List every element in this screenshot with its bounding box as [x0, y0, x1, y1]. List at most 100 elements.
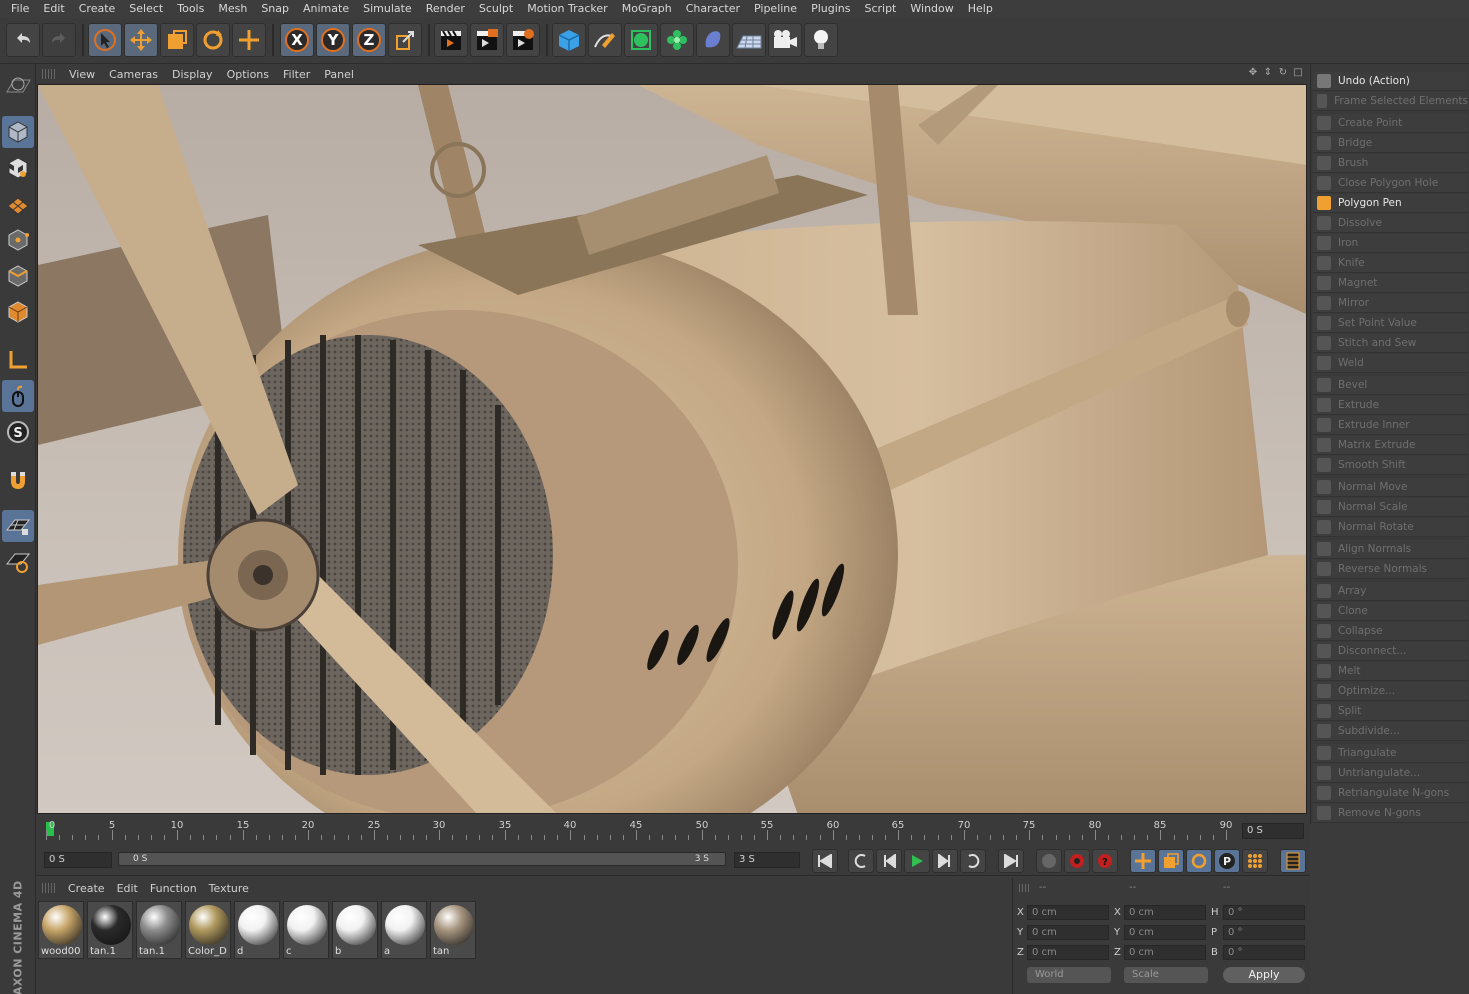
axis-mode-icon[interactable] — [2, 344, 34, 376]
rot-p-field[interactable]: 0 ° — [1223, 925, 1305, 940]
go-to-start-icon[interactable] — [812, 849, 838, 873]
pan-view-icon[interactable]: ✥ — [1247, 67, 1259, 79]
panel-grip-icon[interactable] — [42, 69, 56, 79]
move-icon[interactable] — [124, 23, 158, 57]
rot-h-field[interactable]: 0 ° — [1223, 905, 1305, 920]
menu-character[interactable]: Character — [679, 0, 747, 18]
autokeying-icon[interactable] — [1064, 849, 1090, 873]
menu-animate[interactable]: Animate — [296, 0, 356, 18]
viewport-menu-cameras[interactable]: Cameras — [102, 68, 165, 81]
cmd-collapse[interactable]: Collapse — [1313, 622, 1468, 641]
cmd-dissolve[interactable]: Dissolve — [1313, 214, 1468, 233]
menu-motion-tracker[interactable]: Motion Tracker — [520, 0, 614, 18]
edges-mode-icon[interactable] — [2, 260, 34, 292]
play-forward-icon[interactable] — [904, 849, 930, 873]
menu-plugins[interactable]: Plugins — [804, 0, 857, 18]
planar-workplane-icon[interactable] — [2, 546, 34, 578]
cmd-melt[interactable]: Melt — [1313, 662, 1468, 681]
y-axis-lock-icon[interactable]: Y — [316, 23, 350, 57]
start-frame-field[interactable]: 0 S — [44, 852, 112, 868]
x-axis-lock-icon[interactable]: X — [280, 23, 314, 57]
material-menu-create[interactable]: Create — [62, 882, 111, 895]
cmd-subdivide[interactable]: Subdivide... — [1313, 722, 1468, 741]
menu-help[interactable]: Help — [961, 0, 1000, 18]
polygons-mode-icon[interactable] — [2, 296, 34, 328]
previous-key-icon[interactable] — [848, 849, 874, 873]
cmd-close-polygon-hole[interactable]: Close Polygon Hole — [1313, 174, 1468, 193]
workplane-icon[interactable] — [2, 70, 34, 102]
cmd-extrude-inner[interactable]: Extrude Inner — [1313, 416, 1468, 435]
size-z-field[interactable]: 0 cm — [1124, 945, 1206, 960]
cmd-knife[interactable]: Knife — [1313, 254, 1468, 273]
material-swatch[interactable]: tan.1 — [87, 901, 133, 959]
timeline-ruler[interactable]: 0 5 10 15 20 25 30 35 40 45 50 55 60 65 70 75 80 85 90 0 S — [36, 816, 1310, 846]
menu-mograph[interactable]: MoGraph — [615, 0, 679, 18]
cmd-untriangulate[interactable]: Untriangulate... — [1313, 764, 1468, 783]
cmd-brush[interactable]: Brush — [1313, 154, 1468, 173]
end-frame-field[interactable]: 3 S — [734, 852, 800, 868]
cmd-remove-ngons[interactable]: Remove N-gons — [1313, 804, 1468, 823]
menu-mesh[interactable]: Mesh — [211, 0, 254, 18]
deformer-icon[interactable] — [696, 23, 730, 57]
menu-select[interactable]: Select — [122, 0, 170, 18]
cmd-undo[interactable]: Undo (Action) — [1313, 72, 1468, 91]
cmd-normal-rotate[interactable]: Normal Rotate — [1313, 518, 1468, 537]
render-settings-icon[interactable] — [506, 23, 540, 57]
points-mode-icon[interactable] — [2, 224, 34, 256]
key-parameter-icon[interactable]: P — [1214, 849, 1240, 873]
menu-sculpt[interactable]: Sculpt — [472, 0, 520, 18]
size-y-field[interactable]: 0 cm — [1124, 925, 1206, 940]
record-active-icon[interactable] — [1036, 849, 1062, 873]
menu-simulate[interactable]: Simulate — [356, 0, 419, 18]
cmd-optimize[interactable]: Optimize... — [1313, 682, 1468, 701]
menu-render[interactable]: Render — [419, 0, 472, 18]
viewport-menu-panel[interactable]: Panel — [317, 68, 361, 81]
material-menu-edit[interactable]: Edit — [111, 882, 144, 895]
cmd-bridge[interactable]: Bridge — [1313, 134, 1468, 153]
recent-tool-icon[interactable] — [232, 23, 266, 57]
previous-frame-icon[interactable] — [876, 849, 902, 873]
cmd-frame-selected[interactable]: Frame Selected Elements — [1313, 92, 1468, 111]
snap-magnet-icon[interactable] — [2, 464, 34, 496]
size-mode-dropdown[interactable]: Scale — [1124, 967, 1208, 983]
key-rotation-icon[interactable] — [1186, 849, 1212, 873]
material-swatch[interactable]: d — [234, 901, 280, 959]
pos-y-field[interactable]: 0 cm — [1027, 925, 1109, 940]
cmd-align-normals[interactable]: Align Normals — [1313, 540, 1468, 559]
cmd-split[interactable]: Split — [1313, 702, 1468, 721]
material-swatch[interactable]: a — [381, 901, 427, 959]
render-view-icon[interactable] — [434, 23, 468, 57]
menu-create[interactable]: Create — [72, 0, 123, 18]
cmd-weld[interactable]: Weld — [1313, 354, 1468, 373]
cmd-magnet[interactable]: Magnet — [1313, 274, 1468, 293]
cmd-triangulate[interactable]: Triangulate — [1313, 744, 1468, 763]
menu-file[interactable]: File — [4, 0, 36, 18]
cube-primitive-icon[interactable] — [552, 23, 586, 57]
live-selection-icon[interactable] — [88, 23, 122, 57]
world-coordinate-icon[interactable] — [388, 23, 422, 57]
pos-x-field[interactable]: 0 cm — [1027, 905, 1109, 920]
light-icon[interactable] — [804, 23, 838, 57]
panel-grip-icon[interactable] — [1019, 884, 1031, 892]
cmd-extrude[interactable]: Extrude — [1313, 396, 1468, 415]
workplane-lock-icon[interactable] — [2, 510, 34, 542]
material-swatch[interactable]: b — [332, 901, 378, 959]
viewport-menu-view[interactable]: View — [62, 68, 102, 81]
cmd-normal-move[interactable]: Normal Move — [1313, 478, 1468, 497]
material-swatch[interactable]: Color_D — [185, 901, 231, 959]
cmd-normal-scale[interactable]: Normal Scale — [1313, 498, 1468, 517]
cmd-disconnect[interactable]: Disconnect... — [1313, 642, 1468, 661]
frame-ruler[interactable]: 0 5 10 15 20 25 30 35 40 45 50 55 60 65 70 75 80 85 90 — [46, 818, 1240, 842]
viewport-menu-options[interactable]: Options — [220, 68, 276, 81]
scheme-settings-icon[interactable] — [1280, 849, 1306, 873]
cmd-stitch-and-sew[interactable]: Stitch and Sew — [1313, 334, 1468, 353]
cmd-set-point-value[interactable]: Set Point Value — [1313, 314, 1468, 333]
material-swatch[interactable]: tan — [430, 901, 476, 959]
floor-icon[interactable] — [732, 23, 766, 57]
preview-range-slider[interactable]: 0 S 3 S — [118, 852, 726, 866]
menu-edit[interactable]: Edit — [36, 0, 71, 18]
size-x-field[interactable]: 0 cm — [1124, 905, 1206, 920]
rotate-icon[interactable] — [196, 23, 230, 57]
material-swatch[interactable]: tan.1 — [136, 901, 182, 959]
keyframe-selection-icon[interactable]: ? — [1092, 849, 1118, 873]
